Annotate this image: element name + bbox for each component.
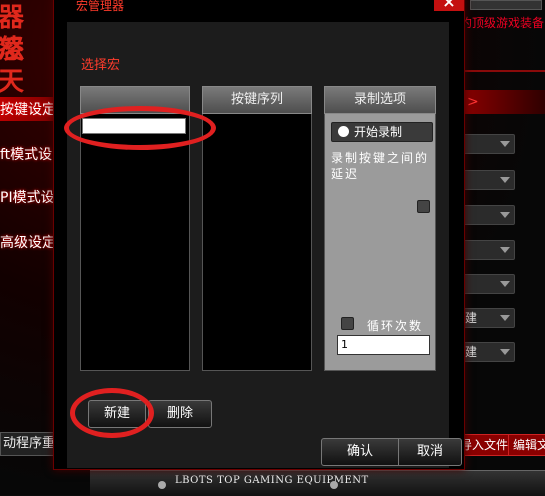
setting-dropdown[interactable]: [463, 205, 515, 225]
chevron-down-icon: [500, 315, 510, 321]
macro-name-input[interactable]: [82, 118, 186, 134]
key-sequence-column: 按键序列: [202, 86, 312, 371]
record-delay-checkbox[interactable]: [417, 200, 430, 213]
right-panel-header: >: [463, 90, 545, 114]
loop-count-label: 循环次数: [367, 319, 424, 333]
sidebar-item-label: 按键设定: [0, 102, 56, 118]
sidebar-item-key-settings[interactable]: 按键设定: [0, 97, 60, 121]
delete-macro-button[interactable]: 删除: [148, 400, 212, 428]
setting-dropdown[interactable]: [463, 170, 515, 190]
cancel-button[interactable]: 取消: [398, 438, 462, 466]
sidebar-item-advanced[interactable]: 高级设定: [0, 232, 56, 252]
select-macro-label: 选择宏: [81, 58, 121, 73]
setting-dropdown[interactable]: [463, 240, 515, 260]
window-button[interactable]: [470, 0, 542, 10]
sidebar-item-label: ft模式设: [0, 147, 53, 163]
radio-icon: [338, 126, 349, 137]
record-options-panel: 开始录制 录制按键之间的延迟 循环次数 1: [324, 114, 436, 371]
start-record-label: 开始录制: [354, 125, 403, 139]
record-options-header: 录制选项: [324, 86, 436, 114]
chevron-down-icon: [500, 177, 510, 183]
start-record-button[interactable]: 开始录制: [331, 122, 433, 142]
sidebar-item-dpi-mode[interactable]: PI模式设: [0, 187, 55, 207]
screw-icon: [158, 481, 166, 489]
sidebar-item-ft-mode[interactable]: ft模式设: [0, 144, 52, 164]
dialog-title: 宏管理器: [76, 0, 125, 13]
macro-list[interactable]: [80, 114, 190, 371]
key-sequence-header: 按键序列: [202, 86, 312, 114]
setting-dropdown[interactable]: 建: [463, 308, 515, 328]
macro-list-header: [80, 86, 190, 114]
setting-dropdown[interactable]: [463, 134, 515, 154]
bottom-bar: LBOTS TOP GAMING EQUIPMENT: [90, 470, 545, 496]
loop-count-input[interactable]: 1: [337, 335, 430, 355]
app-title-line2: 怒天: [0, 35, 27, 97]
record-options-column: 录制选项 开始录制 录制按键之间的延迟 循环次数 1: [324, 86, 436, 371]
screw-icon: [330, 481, 338, 489]
ok-button[interactable]: 确认: [321, 438, 399, 466]
setting-dropdown[interactable]: 建: [463, 342, 515, 362]
key-sequence-list[interactable]: [202, 114, 312, 371]
app-tagline: 约顶级游戏装备: [460, 16, 545, 30]
edit-file-button[interactable]: 编辑文: [508, 434, 545, 456]
setting-dropdown[interactable]: [463, 274, 515, 294]
close-icon: ×: [442, 0, 456, 11]
chevron-down-icon: [500, 247, 510, 253]
sidebar-item-label: PI模式设: [0, 190, 55, 206]
sidebar-item-label: 高级设定: [0, 235, 56, 251]
chevron-down-icon: [500, 349, 510, 355]
loop-checkbox[interactable]: [341, 317, 354, 330]
bottom-caption: LBOTS TOP GAMING EQUIPMENT: [175, 475, 369, 486]
right-settings-panel: [463, 70, 545, 462]
chevron-down-icon: [500, 212, 510, 218]
chevron-down-icon: [500, 281, 510, 287]
record-delay-label: 录制按键之间的延迟: [331, 151, 430, 181]
new-macro-button[interactable]: 新建: [88, 400, 146, 428]
close-button[interactable]: ×: [434, 0, 464, 11]
chevron-down-icon: [500, 141, 510, 147]
